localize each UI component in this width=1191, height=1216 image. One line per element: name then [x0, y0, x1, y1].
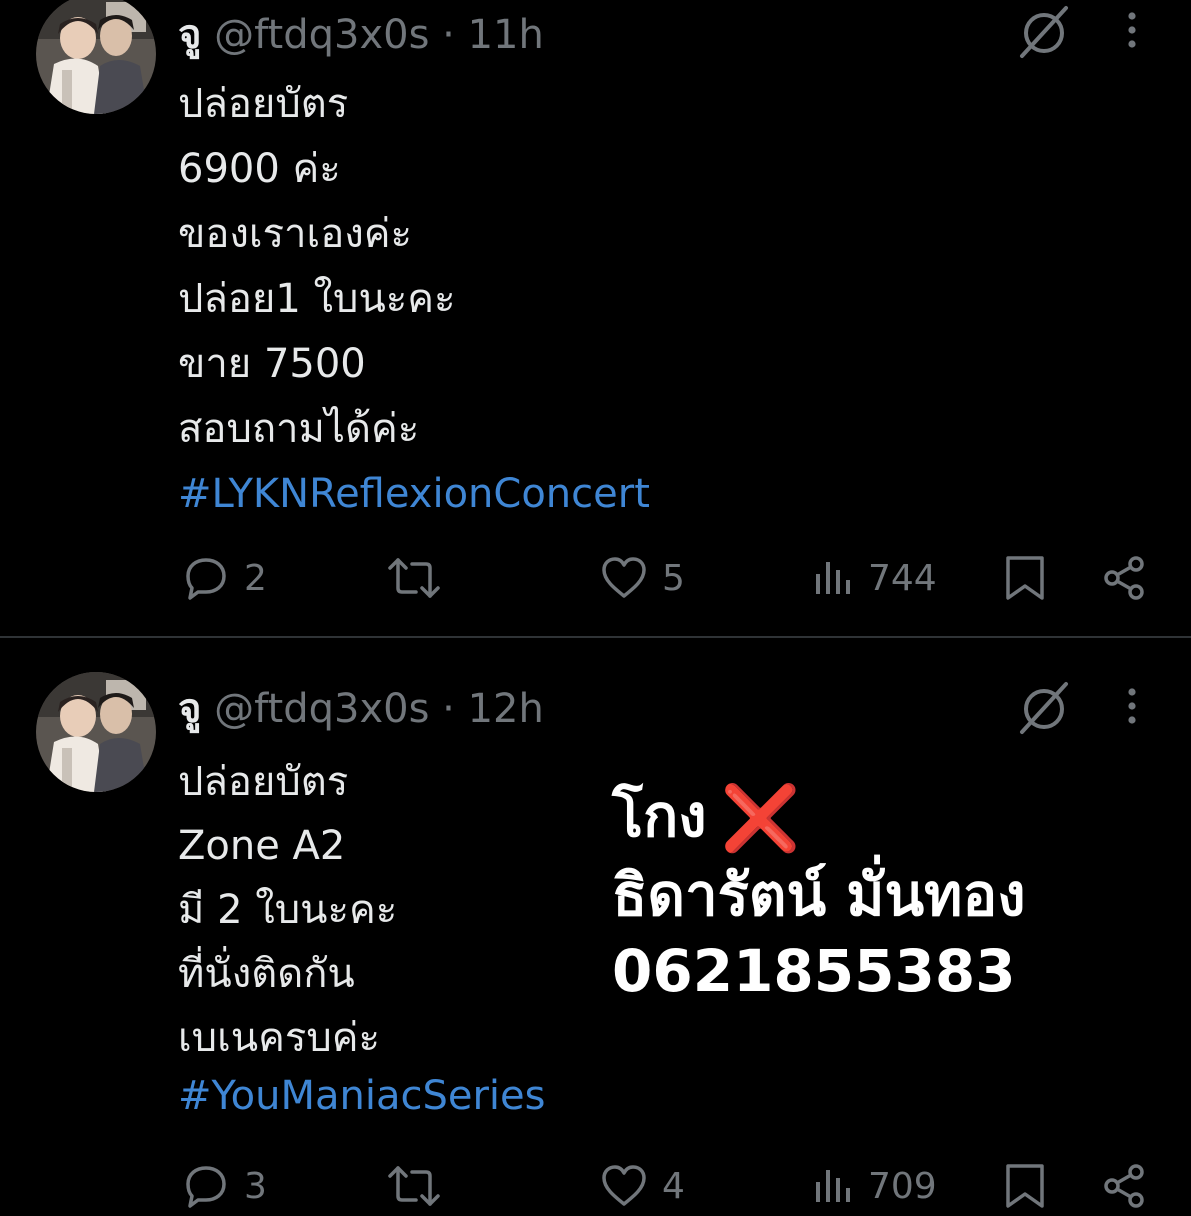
retweet-icon [388, 1166, 440, 1206]
reply-button[interactable]: 3 [180, 1156, 267, 1216]
tweet-line: Zone A2 [178, 823, 346, 869]
view-count: 744 [868, 557, 937, 599]
scam-label: โกง [612, 782, 707, 850]
tweet-line: ปล่อยบัตร [178, 81, 349, 127]
separator: · [442, 12, 455, 58]
display-name[interactable]: จู [178, 686, 201, 732]
tweet-header: จู @ftdq3x0s · 12h [178, 684, 544, 734]
tweet-text: ปล่อยบัตร Zone A2 มี 2 ใบนะคะ ที่นั่งติด… [178, 750, 545, 1122]
view-count: 709 [868, 1165, 937, 1207]
share-icon [1104, 1164, 1144, 1208]
retweet-button[interactable] [384, 548, 456, 608]
more-icon[interactable] [1112, 676, 1152, 736]
views-button[interactable]: 709 [812, 1156, 937, 1216]
tweet[interactable]: จู @ftdq3x0s · 12h ปล่อยบัตร Zone A2 มี … [0, 638, 1191, 1208]
tweet-line: ที่นั่งติดกัน [178, 951, 355, 997]
action-bar: 2 5 744 [0, 548, 1191, 608]
bookmark-button[interactable] [1000, 1156, 1050, 1216]
like-count: 5 [662, 557, 685, 599]
user-handle[interactable]: @ftdq3x0s [214, 12, 429, 58]
cross-mark-icon: ❌ [720, 782, 801, 856]
reply-count: 3 [244, 1165, 267, 1207]
hashtag-link[interactable]: #LYKNReflexionConcert [178, 462, 650, 527]
scammer-phone: 0621855383 [612, 937, 1016, 1005]
share-icon [1104, 556, 1144, 600]
share-button[interactable] [1100, 1156, 1152, 1216]
views-button[interactable]: 744 [812, 548, 937, 608]
reply-button[interactable]: 2 [180, 548, 267, 608]
scam-warning-overlay: โกง ❌ ธิดารัตน์ มั่นทอง 0621855383 [612, 778, 1026, 1009]
like-icon [602, 557, 646, 598]
grok-icon[interactable] [1014, 2, 1074, 62]
tweet-line: เบเนครบค่ะ [178, 1015, 380, 1061]
tweet-text: ปล่อยบัตร 6900 ค่ะ ของเราเองค่ะ ปล่อย1 ใ… [178, 72, 650, 527]
separator: · [442, 686, 455, 732]
tweet-line: 6900 ค่ะ [178, 146, 341, 192]
timestamp[interactable]: 11h [468, 12, 544, 58]
like-icon [602, 1165, 646, 1206]
views-icon [816, 562, 850, 594]
user-handle[interactable]: @ftdq3x0s [214, 686, 429, 732]
tweet-line: ขาย 7500 [178, 341, 366, 387]
tweet-line: มี 2 ใบนะคะ [178, 887, 398, 933]
tweet-line: ปล่อย1 ใบนะคะ [178, 276, 456, 322]
views-icon [816, 1170, 850, 1202]
tweet-header: จู @ftdq3x0s · 11h [178, 10, 544, 60]
more-icon[interactable] [1112, 0, 1152, 60]
grok-icon[interactable] [1014, 678, 1074, 738]
overlay-line: โกง ❌ [612, 778, 1026, 857]
like-button[interactable]: 4 [598, 1156, 685, 1216]
like-button[interactable]: 5 [598, 548, 685, 608]
bookmark-icon [1006, 1164, 1044, 1208]
scammer-name: ธิดารัตน์ มั่นทอง [612, 861, 1026, 929]
tweet-line: ปล่อยบัตร [178, 759, 349, 805]
like-count: 4 [662, 1165, 685, 1207]
retweet-icon [388, 558, 440, 598]
retweet-button[interactable] [384, 1156, 456, 1216]
reply-icon [186, 1166, 226, 1208]
hashtag-link[interactable]: #YouManiacSeries [178, 1070, 545, 1122]
tweet-line: ของเราเองค่ะ [178, 211, 412, 257]
bookmark-button[interactable] [1000, 548, 1050, 608]
tweet-line: สอบถามได้ค่ะ [178, 406, 420, 452]
avatar[interactable] [36, 0, 156, 114]
bookmark-icon [1006, 556, 1044, 600]
timestamp[interactable]: 12h [468, 686, 544, 732]
avatar[interactable] [36, 672, 156, 792]
action-bar: 3 4 709 [0, 1156, 1191, 1216]
tweet[interactable]: จู @ftdq3x0s · 11h ปล่อยบัตร 6900 ค่ะ ขอ… [0, 0, 1191, 636]
share-button[interactable] [1100, 548, 1152, 608]
reply-count: 2 [244, 557, 267, 599]
display-name[interactable]: จู [178, 12, 201, 58]
reply-icon [186, 558, 226, 600]
